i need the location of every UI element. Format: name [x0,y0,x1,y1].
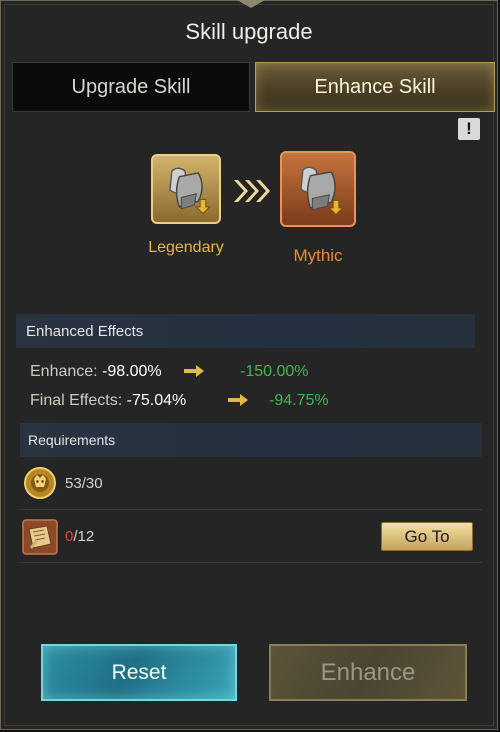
to-rarity-label: Mythic [293,246,343,265]
tab-upgrade-skill[interactable]: Upgrade Skill [12,62,250,112]
info-button[interactable]: ! [458,118,480,140]
requirement-need: 12 [77,528,95,545]
legendary-skill-icon [151,154,221,224]
requirement-row-book: 0/12 Go To [20,512,482,563]
panel-title: Skill upgrade [185,19,313,44]
skill-upgrade-panel: Skill upgrade Upgrade Skill Enhance Skil… [0,0,498,730]
reset-button[interactable]: Reset [41,644,237,701]
effect-row-enhance: Enhance: -98.00% -150.00% [30,363,309,381]
enhanced-effects-header: Enhanced Effects [16,314,475,348]
effect-row-final: Final Effects: -75.04% -94.75% [30,392,329,410]
requirement-row-emblem: 53/30 [20,459,482,510]
effect-label: Final Effects: [30,392,123,409]
top-ornament-icon [236,0,266,8]
from-rarity-label: Legendary [148,239,224,256]
upgrade-arrows-icon [234,180,270,202]
arrow-right-icon [184,365,204,377]
go-to-button[interactable]: Go To [381,522,473,551]
enhance-button[interactable]: Enhance [269,644,467,701]
effect-new-value: -150.00% [240,363,309,380]
effect-current-value: -75.04% [126,392,187,409]
skill-book-icon [22,519,58,555]
armor-shield-icon [169,167,211,215]
requirement-count: 0/12 [65,528,94,545]
requirement-need: 30 [85,475,103,492]
tab-enhance-skill[interactable]: Enhance Skill [255,62,495,112]
requirement-count: 53/30 [65,475,103,492]
effect-label: Enhance: [30,363,98,380]
effect-new-value: -94.75% [269,392,329,409]
mythic-skill-icon [280,151,356,227]
armor-shield-icon [300,166,344,216]
arrow-right-icon [228,394,248,406]
effect-current-value: -98.00% [102,363,162,380]
golden-lion-emblem-icon [24,467,56,499]
requirement-have: 53 [65,475,82,492]
requirements-header: Requirements [20,423,482,457]
